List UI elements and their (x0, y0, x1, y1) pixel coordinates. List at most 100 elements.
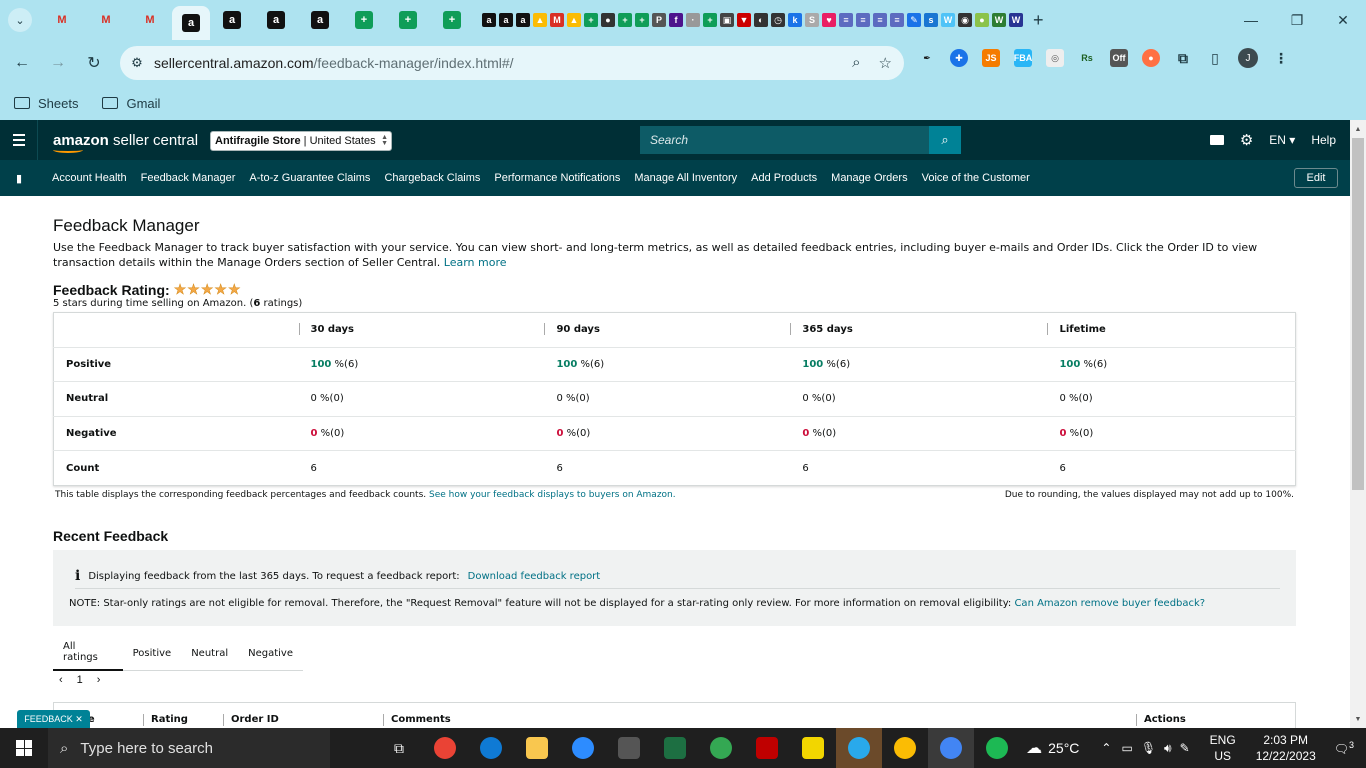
calculator-icon[interactable] (606, 728, 652, 768)
app-tab-icon[interactable]: · (686, 13, 700, 27)
side-panel-icon[interactable]: ▯ (1206, 49, 1224, 67)
bookmark-sheets[interactable]: Sheets (14, 96, 78, 111)
puzzle-extensions-icon[interactable]: ⧉ (1174, 49, 1192, 67)
js-extension-icon[interactable]: JS (982, 49, 1000, 67)
mail-icon[interactable] (1209, 135, 1224, 145)
search-input[interactable]: Search (640, 126, 930, 154)
tab-positive[interactable]: Positive (123, 636, 182, 671)
new-tab-button[interactable]: + (1033, 10, 1044, 31)
menu-kebab-icon[interactable]: ⋮ (1272, 49, 1290, 67)
nav-account-health[interactable]: Account Health (52, 172, 127, 184)
weather-icon[interactable]: ☁ (1026, 738, 1042, 758)
battery-icon[interactable]: ▭ (1121, 741, 1132, 755)
chrome-taskbar-icon[interactable] (882, 728, 928, 768)
page-number[interactable]: 1 (77, 674, 83, 686)
chrome-taskbar-icon[interactable] (928, 728, 974, 768)
pen-icon[interactable]: ✎ (1180, 741, 1190, 755)
profile-avatar[interactable]: J (1238, 48, 1258, 68)
app-tab-icon[interactable]: W (992, 13, 1006, 27)
telegram-taskbar-icon[interactable] (836, 728, 882, 768)
taskbar-search[interactable]: ⌕ Type here to search (48, 728, 330, 768)
sheets-tab-icon[interactable]: + (635, 13, 649, 27)
nav-add-products[interactable]: Add Products (751, 172, 817, 184)
tab-search-button[interactable]: ⌄ (8, 8, 32, 32)
extension-icon[interactable]: ◎ (1046, 49, 1064, 67)
minimize-icon[interactable]: — (1228, 0, 1274, 40)
language-indicator[interactable]: ENG US (1210, 732, 1236, 764)
app-tab-icon[interactable]: ✎ (907, 13, 921, 27)
edge-taskbar-icon[interactable] (468, 728, 514, 768)
tab-neutral[interactable]: Neutral (181, 636, 238, 671)
nav-feedback-manager[interactable]: Feedback Manager (141, 172, 236, 184)
app-tab-icon[interactable]: ● (601, 13, 615, 27)
nav-performance-notifications[interactable]: Performance Notifications (494, 172, 620, 184)
clock[interactable]: 2:03 PM 12/22/2023 (1256, 732, 1316, 764)
column-header-rating[interactable]: Rating (143, 714, 188, 726)
rs-extension-icon[interactable]: Rs (1078, 49, 1096, 67)
app-tab-icon[interactable]: k (788, 13, 802, 27)
column-header-actions[interactable]: Actions (1136, 714, 1186, 726)
extension-icon[interactable]: ✚ (950, 49, 968, 67)
spotify-taskbar-icon[interactable] (974, 728, 1020, 768)
nav-manage-orders[interactable]: Manage Orders (831, 172, 907, 184)
drive-tab-icon[interactable]: ▲ (533, 13, 547, 27)
volume-icon[interactable]: 🔊︎ (1164, 741, 1172, 756)
sheets-tab-icon[interactable]: + (443, 11, 461, 29)
app-tab-icon[interactable]: W (941, 13, 955, 27)
task-view-icon[interactable]: ⧉ (376, 728, 422, 768)
app-tab-icon[interactable]: ▼ (737, 13, 751, 27)
close-icon[interactable]: ✕ (75, 714, 83, 725)
forms-tab-icon[interactable]: ≡ (890, 13, 904, 27)
gmail-tab-icon[interactable]: M (53, 11, 71, 29)
nav-voice-of-customer[interactable]: Voice of the Customer (922, 172, 1030, 184)
start-button[interactable] (0, 740, 48, 756)
language-selector[interactable]: EN ▾ (1269, 133, 1295, 147)
nav-chargeback-claims[interactable]: Chargeback Claims (384, 172, 480, 184)
history-tab-icon[interactable]: ◷ (771, 13, 785, 27)
prev-page-icon[interactable]: ‹ (59, 674, 63, 686)
filezilla-taskbar-icon[interactable] (744, 728, 790, 768)
forms-tab-icon[interactable]: ≡ (856, 13, 870, 27)
address-bar[interactable]: ⚙ sellercentral.amazon.com/feedback-mana… (120, 46, 904, 80)
feedback-display-link[interactable]: See how your feedback displays to buyers… (429, 490, 676, 500)
amazon-tab-icon[interactable]: a (267, 11, 285, 29)
sheets-tab-icon[interactable]: + (703, 13, 717, 27)
app-tab-icon[interactable]: ♥ (822, 13, 836, 27)
next-page-icon[interactable]: › (97, 674, 101, 686)
amazon-tab-icon[interactable]: a (311, 11, 329, 29)
edit-nav-button[interactable]: Edit (1294, 168, 1338, 188)
bookmark-ribbon-icon[interactable]: ▮ (0, 172, 38, 185)
scroll-down-icon[interactable]: ▼ (1350, 712, 1366, 726)
column-header-comments[interactable]: Comments (383, 714, 451, 726)
sheets-tab-icon[interactable]: + (399, 11, 417, 29)
active-tab[interactable]: a (172, 6, 210, 40)
site-info-icon[interactable]: ⚙ (120, 55, 154, 71)
removal-eligibility-link[interactable]: Can Amazon remove buyer feedback? (1014, 598, 1205, 609)
help-link[interactable]: Help (1311, 133, 1336, 147)
hamburger-menu-icon[interactable] (0, 120, 38, 160)
wc-tab-icon[interactable]: W (1009, 13, 1023, 27)
scroll-up-icon[interactable]: ▲ (1350, 122, 1366, 136)
column-header-order-id[interactable]: Order ID (223, 714, 279, 726)
app-tab-icon[interactable]: ◉ (958, 13, 972, 27)
sheets-tab-icon[interactable]: + (618, 13, 632, 27)
bookmark-gmail[interactable]: Gmail (102, 96, 160, 111)
scroll-thumb[interactable] (1352, 138, 1364, 490)
gmail-tab-icon[interactable]: M (550, 13, 564, 27)
file-explorer-icon[interactable] (514, 728, 560, 768)
bookmark-star-icon[interactable]: ☆ (879, 54, 892, 72)
chevron-up-icon[interactable]: ⌃ (1101, 741, 1111, 755)
chrome-taskbar-icon[interactable] (422, 728, 468, 768)
app-tab-icon[interactable]: ▣ (720, 13, 734, 27)
feedback-widget-button[interactable]: FEEDBACK ✕ (17, 710, 90, 728)
sheets-tab-icon[interactable]: + (355, 11, 373, 29)
forward-arrow-icon[interactable]: → (40, 54, 76, 72)
tab-all-ratings[interactable]: All ratings (53, 636, 123, 671)
drive-tab-icon[interactable]: ▲ (567, 13, 581, 27)
nav-a-to-z-claims[interactable]: A-to-z Guarantee Claims (249, 172, 370, 184)
settings-gear-icon[interactable]: ⚙ (1240, 131, 1253, 149)
search-button[interactable]: ⌕ (929, 126, 961, 154)
zoom-icon[interactable]: ⌕ (852, 54, 860, 72)
download-report-link[interactable]: Download feedback report (468, 571, 601, 582)
seller-central-logo[interactable]: amazon seller central (53, 132, 198, 153)
